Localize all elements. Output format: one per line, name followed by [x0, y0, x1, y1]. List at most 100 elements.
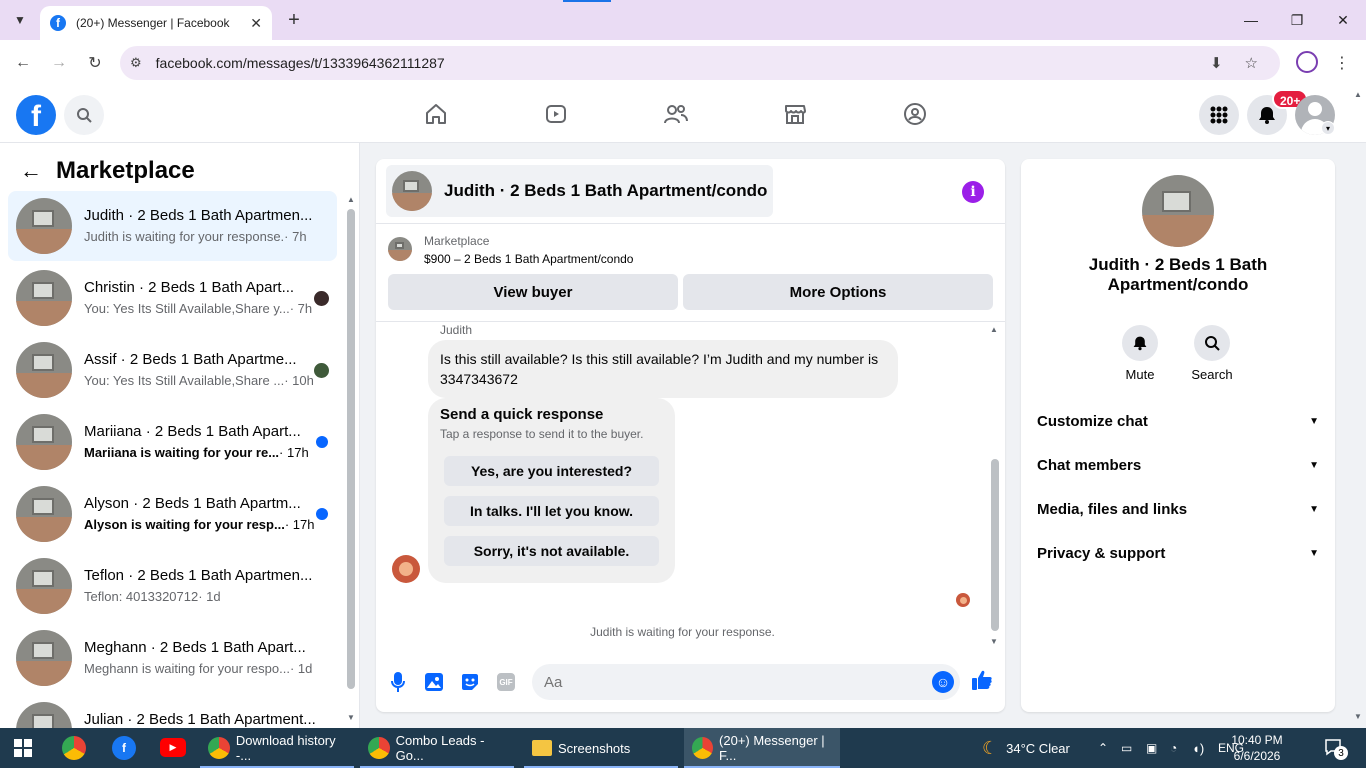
conversation-preview: Mariiana is waiting for your re... · 17h: [84, 445, 309, 460]
tab-search-chevron-icon[interactable]: ▼: [8, 8, 32, 32]
tab-close-icon[interactable]: ✕: [250, 15, 262, 32]
scroll-down-arrow-icon[interactable]: ▼: [990, 637, 998, 646]
menu-grid-icon[interactable]: [1199, 95, 1239, 135]
facebook-icon[interactable]: f: [112, 736, 136, 760]
sidebar-scrollbar[interactable]: [347, 209, 355, 689]
chevron-down-icon: ▼: [1309, 415, 1319, 427]
quick-response-button[interactable]: Yes, are you interested?: [444, 456, 659, 486]
listing-price-title[interactable]: $900 – 2 Beds 1 Bath Apartment/condo: [424, 252, 633, 266]
conversation-item[interactable]: Meghann · 2 Beds 1 Bath Apart... Meghann…: [8, 623, 337, 693]
thumbs-up-icon[interactable]: [971, 669, 993, 697]
details-title: Judith · 2 Beds 1 Bath Apartment/condo: [1088, 255, 1268, 294]
restore-button[interactable]: ❐: [1274, 0, 1320, 40]
listing-thumbnail: [16, 702, 72, 728]
listing-thumbnail: [16, 558, 72, 614]
friends-icon[interactable]: [658, 98, 694, 130]
browser-menu-icon[interactable]: ⋮: [1332, 51, 1352, 75]
page-scroll-down-icon[interactable]: ▼: [1354, 712, 1362, 721]
conversation-item[interactable]: Alyson · 2 Beds 1 Bath Apartm... Alyson …: [8, 479, 337, 549]
taskbar-app-download-history[interactable]: Download history -...: [200, 728, 354, 768]
install-app-icon[interactable]: ⬇: [1210, 54, 1223, 72]
conversation-item[interactable]: Christin · 2 Beds 1 Bath Apart... You: Y…: [8, 263, 337, 333]
close-window-button[interactable]: ✕: [1320, 0, 1366, 40]
conversation-name: Julian · 2 Beds 1 Bath Apartment...: [84, 711, 316, 728]
emoji-icon[interactable]: ☺: [932, 671, 954, 693]
media-files-links-row[interactable]: Media, files and links ▼: [1029, 489, 1327, 529]
volume-icon[interactable]: ◖): [1192, 728, 1204, 768]
facebook-favicon-icon: f: [50, 15, 66, 31]
page-scroll-up-icon[interactable]: ▲: [1354, 90, 1362, 99]
message-input[interactable]: [532, 664, 960, 700]
taskbar-app-combo-leads[interactable]: Combo Leads - Go...: [360, 728, 514, 768]
search-action[interactable]: Search: [1182, 325, 1242, 382]
customize-chat-row[interactable]: Customize chat ▼: [1029, 401, 1327, 441]
message-sender-name: Judith: [440, 323, 473, 337]
microphone-icon[interactable]: [387, 671, 409, 693]
groups-icon[interactable]: [897, 98, 933, 130]
divider: [376, 321, 1005, 322]
notification-center-icon[interactable]: 3: [1324, 738, 1348, 760]
url-text[interactable]: facebook.com/messages/t/1333964362111287: [156, 55, 1210, 71]
view-buyer-button[interactable]: View buyer: [388, 274, 678, 310]
video-icon[interactable]: [538, 98, 574, 130]
wifi-icon[interactable]: ◔: [1170, 728, 1177, 768]
site-settings-icon[interactable]: ⚙: [130, 55, 142, 71]
forward-icon[interactable]: →: [47, 51, 71, 75]
search-icon[interactable]: [1194, 325, 1230, 361]
browser-tab[interactable]: f (20+) Messenger | Facebook ✕: [40, 6, 272, 40]
profile-icon[interactable]: [1296, 51, 1318, 73]
windows-start-icon[interactable]: [14, 739, 32, 757]
conversation-item[interactable]: Judith · 2 Beds 1 Bath Apartmen... Judit…: [8, 191, 337, 261]
conversation-item[interactable]: Julian · 2 Beds 1 Bath Apartment...: [8, 695, 337, 728]
info-icon[interactable]: i: [962, 181, 984, 203]
taskbar-app-messenger[interactable]: (20+) Messenger | F...: [684, 728, 840, 768]
conversation-item[interactable]: Assif · 2 Beds 1 Bath Apartme... You: Ye…: [8, 335, 337, 405]
sticker-icon[interactable]: [459, 671, 481, 693]
chevron-up-icon[interactable]: ⌃: [1098, 728, 1108, 768]
marketplace-icon[interactable]: [777, 98, 813, 130]
system-clock[interactable]: 10:40 PM 6/6/2026: [1229, 732, 1285, 764]
more-options-button[interactable]: More Options: [683, 274, 993, 310]
tab-title: (20+) Messenger | Facebook: [76, 16, 230, 30]
taskbar-app-screenshots[interactable]: Screenshots: [524, 728, 678, 768]
meet-icon[interactable]: ▣: [1146, 728, 1157, 768]
weather-widget[interactable]: ☾ 34°C Clear: [982, 728, 1070, 768]
taskbar-app-label: (20+) Messenger | F...: [719, 733, 825, 763]
scroll-up-arrow-icon[interactable]: ▲: [347, 195, 355, 204]
conversation-name: Meghann · 2 Beds 1 Bath Apart...: [84, 639, 306, 656]
chrome-icon[interactable]: [62, 736, 86, 760]
account-chevron-icon[interactable]: ▾: [1321, 121, 1335, 135]
quick-response-button[interactable]: In talks. I'll let you know.: [444, 496, 659, 526]
mute-bell-icon[interactable]: [1122, 325, 1158, 361]
chat-header[interactable]: Judith · 2 Beds 1 Bath Apartment/condo: [386, 165, 774, 217]
privacy-support-row[interactable]: Privacy & support ▼: [1029, 533, 1327, 573]
read-receipt-avatar: [956, 593, 970, 607]
marketplace-label: Marketplace: [424, 234, 490, 248]
gif-icon[interactable]: GIF: [497, 673, 515, 691]
omnibox[interactable]: ⚙ facebook.com/messages/t/13339643621112…: [120, 46, 1280, 80]
conversation-item[interactable]: Mariiana · 2 Beds 1 Bath Apart... Mariia…: [8, 407, 337, 477]
bookmark-star-icon[interactable]: ☆: [1245, 54, 1258, 72]
quick-response-button[interactable]: Sorry, it's not available.: [444, 536, 659, 566]
photo-icon[interactable]: [423, 671, 445, 693]
reload-icon[interactable]: ↻: [83, 51, 107, 75]
home-icon[interactable]: [418, 98, 454, 130]
scroll-down-arrow-icon[interactable]: ▼: [347, 713, 355, 722]
scroll-up-arrow-icon[interactable]: ▲: [990, 325, 998, 334]
conversation-item[interactable]: Teflon · 2 Beds 1 Bath Apartmen... Teflo…: [8, 551, 337, 621]
back-icon[interactable]: ←: [11, 51, 35, 75]
chat-members-row[interactable]: Chat members ▼: [1029, 445, 1327, 485]
mute-action[interactable]: Mute: [1110, 325, 1170, 382]
conversation-preview: You: Yes Its Still Available,Share y... ·…: [84, 301, 313, 316]
new-tab-button[interactable]: +: [282, 8, 306, 32]
incoming-message-bubble[interactable]: Is this still available? Is this still a…: [428, 340, 898, 398]
back-arrow-icon[interactable]: ←: [20, 158, 42, 184]
sender-avatar[interactable]: [392, 555, 420, 583]
minimize-button[interactable]: —: [1228, 0, 1274, 40]
battery-icon[interactable]: ▭: [1121, 728, 1132, 768]
youtube-icon[interactable]: ▶: [160, 738, 186, 757]
quick-response-card: Send a quick response Tap a response to …: [428, 398, 675, 583]
chat-scrollbar[interactable]: [991, 459, 999, 631]
facebook-logo-icon[interactable]: f: [16, 95, 56, 135]
facebook-search-icon[interactable]: [64, 95, 104, 135]
